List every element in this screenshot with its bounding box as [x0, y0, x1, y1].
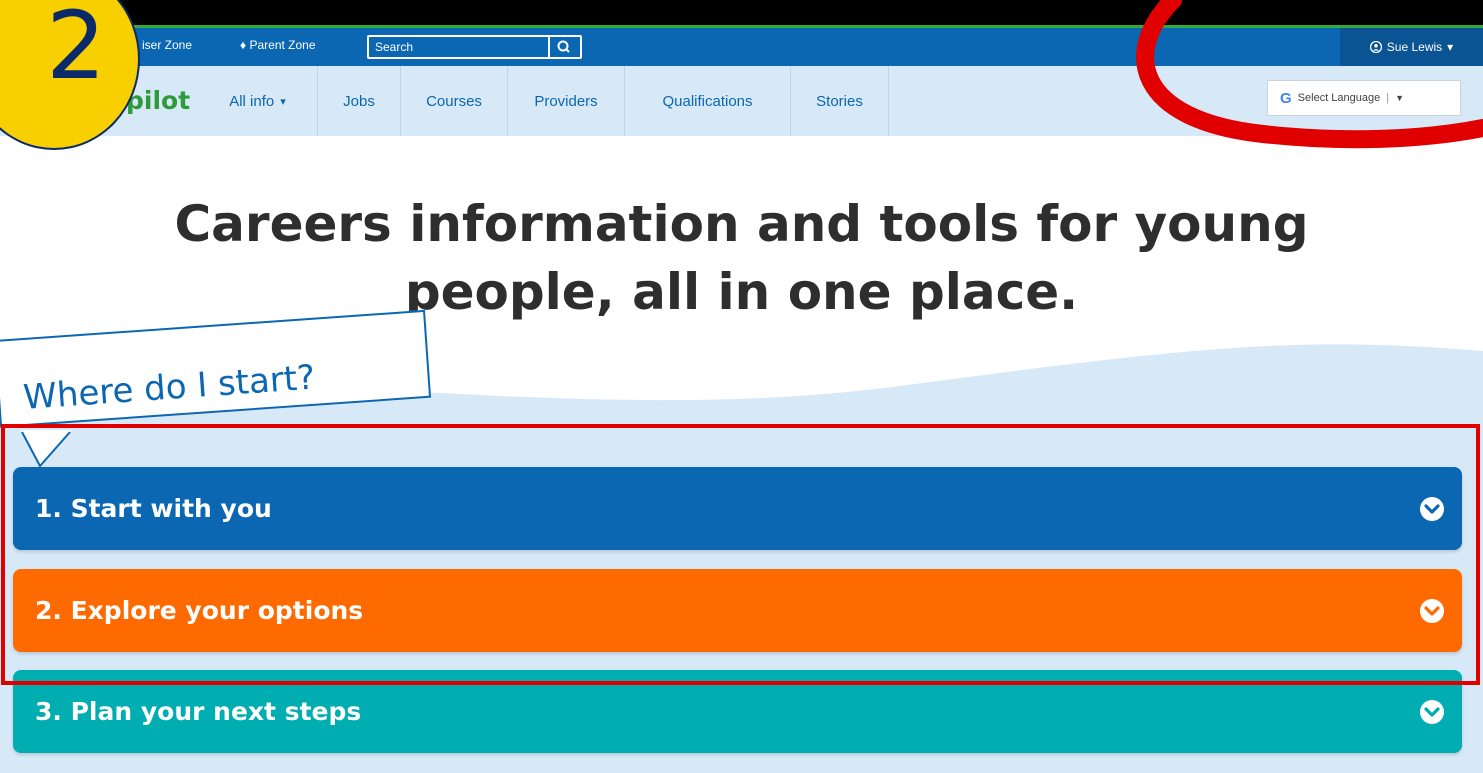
pin-icon: ♦: [240, 38, 247, 52]
search-icon: [557, 40, 570, 53]
nav-courses-label: Courses: [426, 92, 482, 110]
nav-all-info-label: All info: [229, 92, 275, 110]
headline-line-2: people, all in one place.: [404, 263, 1079, 321]
nav-stories[interactable]: Stories: [791, 66, 889, 136]
chevron-down-circle-icon: [1420, 700, 1444, 724]
parent-zone-link[interactable]: ♦ Parent Zone: [240, 38, 316, 52]
nav-all-info[interactable]: All info ▾: [198, 66, 318, 136]
nav-qualifications[interactable]: Qualifications: [625, 66, 791, 136]
red-circle-annotation: [1136, 0, 1483, 149]
nav-qualifications-label: Qualifications: [662, 92, 753, 110]
search-button[interactable]: [548, 37, 580, 57]
highlight-rectangle-annotation: [1, 424, 1480, 685]
nav-jobs[interactable]: Jobs: [318, 66, 401, 136]
search-input[interactable]: [369, 37, 547, 57]
nav-stories-label: Stories: [816, 92, 863, 110]
parent-zone-label: Parent Zone: [249, 38, 316, 52]
nav-courses[interactable]: Courses: [401, 66, 508, 136]
search-box: [367, 35, 582, 59]
nav-jobs-label: Jobs: [343, 92, 375, 110]
step-number: 2: [46, 0, 106, 101]
accordion-label: 3. Plan your next steps: [35, 697, 362, 726]
nav-providers[interactable]: Providers: [508, 66, 625, 136]
page-headline: Careers information and tools for young …: [0, 190, 1483, 326]
headline-line-1: Careers information and tools for young: [174, 195, 1309, 253]
nav-providers-label: Providers: [534, 92, 598, 110]
caret-down-icon: ▾: [280, 95, 286, 108]
